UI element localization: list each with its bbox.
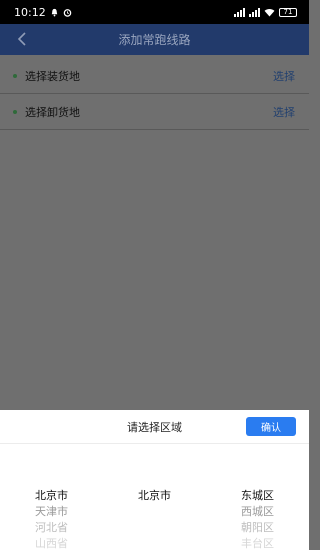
status-right: 71 — [234, 7, 297, 17]
unloading-place-label: 选择卸货地 — [25, 105, 80, 119]
back-arrow-icon[interactable] — [16, 31, 30, 47]
province-option[interactable]: 河北省 — [35, 520, 68, 536]
unloading-place-row[interactable]: 选择卸货地 选择 — [0, 94, 309, 130]
battery-icon: 71 — [279, 7, 297, 17]
wifi-icon — [264, 8, 275, 17]
province-wheel[interactable]: 北京市 天津市 河北省 山西省 — [0, 488, 103, 550]
district-option[interactable]: 丰台区 — [241, 536, 274, 550]
header: 添加常跑线路 — [0, 24, 309, 55]
status-time: 10:12 — [14, 5, 46, 19]
unloading-place-select-link[interactable]: 选择 — [273, 104, 295, 120]
status-bar: 10:12 71 — [0, 0, 309, 24]
loading-place-label: 选择装货地 — [25, 69, 80, 83]
city-option[interactable]: 北京市 — [138, 488, 171, 504]
loading-dot-icon — [13, 73, 17, 78]
loading-place-select-link[interactable]: 选择 — [273, 68, 295, 84]
province-option[interactable]: 北京市 — [35, 488, 68, 504]
signal-2-icon — [249, 7, 260, 17]
page-title: 添加常跑线路 — [118, 33, 191, 47]
region-picker: 请选择区域 确认 北京市 天津市 河北省 山西省 北京市 东城区 西城区 朝阳区… — [0, 410, 309, 550]
signal-1-icon — [234, 7, 245, 17]
picker-title: 请选择区域 — [127, 420, 182, 434]
status-left: 10:12 — [14, 6, 72, 19]
unloading-dot-icon — [13, 109, 17, 114]
city-wheel[interactable]: 北京市 — [103, 488, 206, 550]
province-option[interactable]: 山西省 — [35, 536, 68, 550]
picker-wheels: 北京市 天津市 河北省 山西省 北京市 东城区 西城区 朝阳区 丰台区 — [0, 488, 309, 550]
district-option[interactable]: 西城区 — [241, 504, 274, 520]
picker-toolbar: 请选择区域 确认 — [0, 410, 309, 444]
bell-icon — [51, 8, 57, 16]
alarm-icon — [63, 8, 71, 17]
district-option[interactable]: 朝阳区 — [241, 520, 274, 536]
confirm-button[interactable]: 确认 — [246, 417, 296, 436]
province-option[interactable]: 天津市 — [35, 504, 68, 520]
district-wheel[interactable]: 东城区 西城区 朝阳区 丰台区 — [206, 488, 309, 550]
loading-place-row[interactable]: 选择装货地 选择 — [0, 58, 309, 94]
district-option[interactable]: 东城区 — [241, 488, 274, 504]
